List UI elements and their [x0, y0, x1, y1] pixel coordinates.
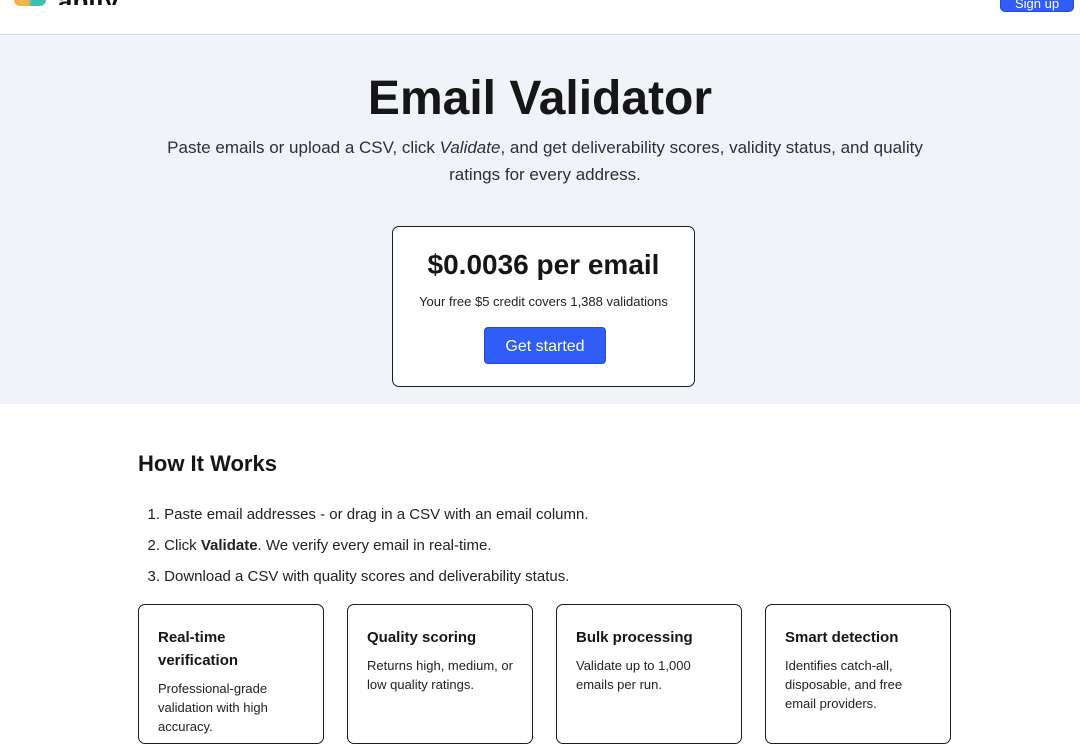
feature-title: Real-time verification	[158, 629, 239, 669]
hero-subtitle: Paste emails or upload a CSV, click Vali…	[155, 134, 935, 188]
step-text-start: Click	[164, 537, 201, 554]
brand-logo-icon[interactable]	[14, 0, 46, 6]
top-navigation-bar: apify Sign up	[0, 0, 1080, 35]
brand-name[interactable]: apify	[58, 0, 178, 5]
step-number: 2.	[147, 537, 160, 554]
feature-description: Identifies catch-all, disposable, and fr…	[785, 658, 903, 711]
step-number: 1.	[147, 506, 160, 523]
pricing-card: $0.0036 per email Your free $5 credit co…	[392, 226, 695, 387]
sign-up-button[interactable]: Sign up	[1000, 0, 1074, 12]
page-title: Email Validator	[367, 72, 713, 125]
price-per-email: $0.0036 per email	[427, 249, 660, 280]
feature-card-quality: Quality scoring Returns high, medium, or…	[347, 604, 533, 744]
feature-description: Returns high, medium, or low quality rat…	[367, 658, 513, 692]
hero-subtitle-end: , and get deliverability scores, validit…	[449, 138, 923, 184]
free-credit-note: Your free $5 credit covers 1,388 validat…	[419, 294, 668, 309]
get-started-button[interactable]: Get started	[484, 327, 606, 364]
step-number: 3.	[147, 568, 160, 585]
hero-subtitle-start: Paste emails or upload a CSV, click	[167, 138, 440, 157]
hero-section: Email Validator Paste emails or upload a…	[0, 35, 1080, 404]
feature-description: Validate up to 1,000 emails per run.	[576, 658, 691, 692]
how-it-works-heading: How It Works	[138, 451, 277, 476]
step-item: 2. Click Validate. We verify every email…	[138, 535, 589, 566]
step-text-end: . We verify every email in real-time.	[257, 537, 492, 554]
feature-card-realtime: Real-time verification Professional-grad…	[138, 604, 324, 744]
feature-title: Quality scoring	[367, 629, 477, 646]
feature-title: Smart detection	[785, 629, 899, 646]
step-text-bold: Validate	[200, 537, 258, 554]
hero-subtitle-emphasis: Validate	[439, 138, 501, 157]
feature-title: Bulk processing	[576, 629, 693, 646]
steps-list: 1. Paste email addresses - or drag in a …	[138, 504, 589, 597]
step-text: Paste email addresses - or drag in a CSV…	[164, 506, 589, 523]
step-text: Download a CSV with quality scores and d…	[164, 568, 570, 585]
feature-card-bulk: Bulk processing Validate up to 1,000 ema…	[556, 604, 742, 744]
feature-description: Professional-grade validation with high …	[158, 681, 268, 734]
step-item: 3. Download a CSV with quality scores an…	[138, 566, 589, 597]
feature-card-smart: Smart detection Identifies catch-all, di…	[765, 604, 951, 744]
step-item: 1. Paste email addresses - or drag in a …	[138, 504, 589, 535]
